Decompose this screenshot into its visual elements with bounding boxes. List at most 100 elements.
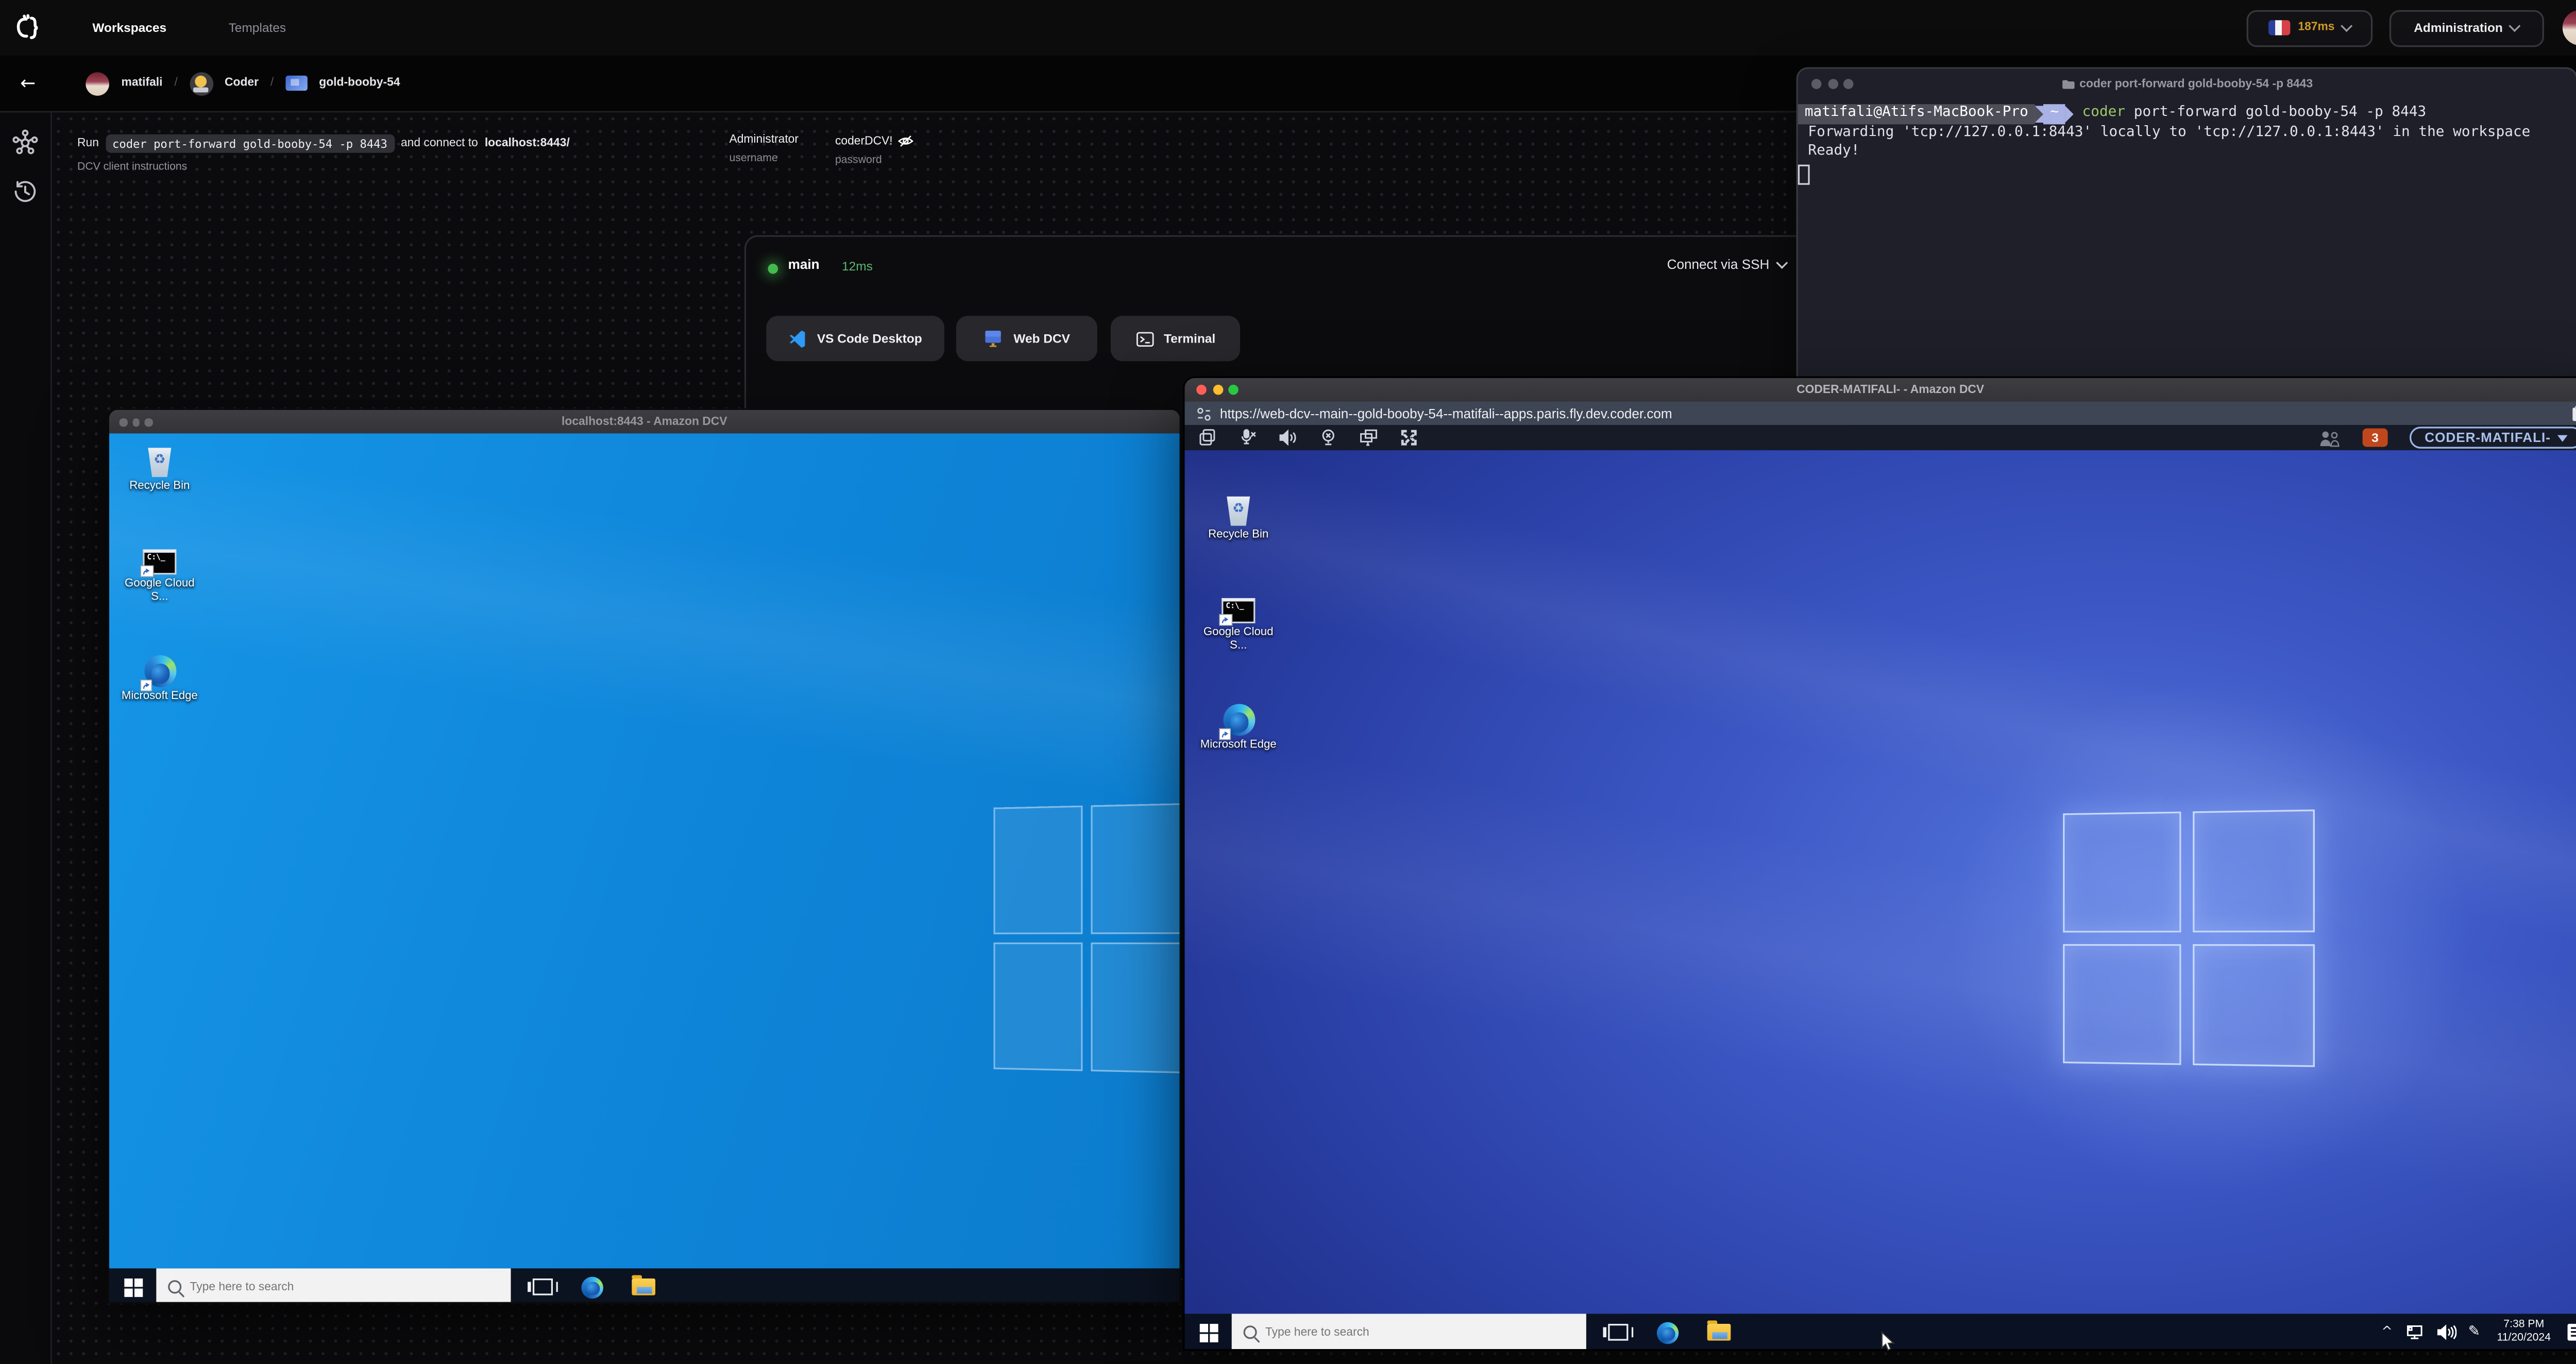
breadcrumb-user[interactable]: matifali: [122, 77, 163, 89]
shortcut-arrow-icon: [1219, 614, 1231, 625]
desktop-icon-google-cloud[interactable]: C:\_ Google Cloud S...: [1195, 598, 1282, 652]
collaborators-icon[interactable]: [2319, 429, 2341, 446]
eye-off-icon[interactable]: [897, 134, 914, 148]
administration-button[interactable]: Administration: [2389, 9, 2544, 46]
shortcut-arrow-icon: [140, 679, 151, 691]
start-button[interactable]: [109, 1268, 156, 1302]
username-value[interactable]: Administrator: [729, 134, 798, 146]
terminal-output[interactable]: matifali@Atifs-MacBook-Pro ~ coder port-…: [1798, 99, 2576, 184]
breadcrumb-separator: /: [174, 77, 178, 89]
administration-label: Administration: [2414, 20, 2503, 36]
latency-button[interactable]: 187ms: [2246, 9, 2373, 46]
file-explorer-icon[interactable]: [632, 1274, 655, 1296]
password-field: coderDCV! password: [835, 134, 914, 165]
taskbar-search[interactable]: [1231, 1314, 1586, 1349]
site-icon: [1197, 407, 1211, 420]
icon-label: Microsoft Edge: [121, 690, 198, 703]
window-controls[interactable]: [119, 418, 152, 426]
agent-name: main: [788, 257, 820, 272]
speaker-icon[interactable]: [1279, 429, 1297, 447]
task-view-icon[interactable]: [1603, 1324, 1634, 1341]
dcv-client-instructions-link[interactable]: DCV client instructions: [77, 161, 187, 173]
caret-down-icon: [2557, 434, 2568, 441]
clock-time: 7:38 PM: [2503, 1319, 2545, 1331]
chevron-down-icon: [2341, 20, 2353, 32]
ssh-label: Connect via SSH: [1667, 257, 1770, 272]
windows-desktop[interactable]: ♻ Recycle Bin C:\_ Google Cloud S... Mic…: [109, 433, 1180, 1269]
recycle-bin-icon: ♻: [148, 448, 172, 478]
session-name: CODER-MATIFALI-: [2425, 430, 2551, 446]
multi-monitor-icon[interactable]: [1360, 429, 1378, 447]
clipboard-icon[interactable]: [2571, 405, 2576, 422]
windows-desktop[interactable]: ♻ Recycle Bin C:\_ Google Cloud S... Mic…: [1184, 450, 2576, 1314]
network-icon[interactable]: [2404, 1324, 2425, 1341]
breadcrumb-workspace[interactable]: gold-booby-54: [319, 77, 400, 89]
screen: Workspaces Templates 187ms Administratio…: [0, 0, 2576, 1364]
taskbar-search[interactable]: [156, 1268, 511, 1302]
terminal-titlebar[interactable]: coder port-forward gold-booby-54 -p 8443: [1798, 69, 2576, 99]
port-forward-command[interactable]: coder port-forward gold-booby-54 -p 8443: [105, 134, 394, 153]
windows-taskbar: [109, 1268, 1180, 1302]
folder-icon: [2061, 79, 2074, 88]
clipboard-windows-icon[interactable]: [1198, 429, 1216, 447]
windows-start-icon: [1199, 1323, 1217, 1342]
search-input[interactable]: [190, 1281, 476, 1293]
shortcut-arrow-icon: [1219, 728, 1230, 740]
command-prompt-icon: C:\_: [141, 549, 177, 576]
clock-date: 11/20/2024: [2497, 1332, 2551, 1344]
desktop-icon-edge[interactable]: Microsoft Edge: [116, 655, 204, 703]
agent-status-dot: [768, 264, 778, 274]
connect-via-ssh-button[interactable]: Connect via SSH: [1667, 257, 1788, 272]
desktop-icon-recycle-bin[interactable]: ♻ Recycle Bin: [116, 447, 204, 493]
breadcrumb-template[interactable]: Coder: [225, 77, 259, 89]
dcv-local-titlebar[interactable]: localhost:8443 - Amazon DCV: [109, 410, 1180, 434]
web-dcv-label: Web DCV: [1013, 331, 1070, 346]
password-value[interactable]: coderDCV!: [835, 135, 893, 147]
desktop-icon-google-cloud[interactable]: C:\_ Google Cloud S...: [116, 549, 204, 603]
window-controls[interactable]: [1196, 384, 1239, 395]
tray-expand-icon[interactable]: ^: [2381, 1325, 2393, 1339]
taskbar-clock[interactable]: 7:38 PM 11/20/2024: [2492, 1319, 2556, 1345]
coder-logo-icon[interactable]: [13, 13, 42, 42]
dcv-web-window: CODER-MATIFALI- - Amazon DCV https://web…: [1183, 376, 2576, 1351]
tab-templates[interactable]: Templates: [229, 0, 286, 56]
search-input[interactable]: [1265, 1326, 1551, 1338]
search-icon: [1243, 1325, 1257, 1339]
file-explorer-icon[interactable]: [1707, 1320, 1731, 1341]
web-dcv-button[interactable]: Web DCV: [956, 316, 1097, 362]
edge-taskbar-icon[interactable]: [581, 1276, 603, 1298]
resources-graph-icon[interactable]: [12, 129, 39, 156]
notifications-badge[interactable]: 3: [2362, 429, 2388, 447]
icon-label: Recycle Bin: [129, 480, 190, 492]
terminal-button[interactable]: Terminal: [1110, 316, 1240, 362]
back-button[interactable]: ←: [20, 74, 36, 93]
windows-logo-wallpaper: [993, 802, 1180, 1083]
desktop-icon-edge[interactable]: Microsoft Edge: [1195, 704, 1282, 752]
desktop-icon-recycle-bin[interactable]: ♻ Recycle Bin: [1195, 496, 1282, 542]
start-button[interactable]: [1184, 1314, 1231, 1349]
url-text[interactable]: https://web-dcv--main--gold-booby-54--ma…: [1220, 406, 1672, 421]
windows-start-icon: [123, 1277, 142, 1297]
username-label: username: [729, 152, 778, 164]
vscode-desktop-button[interactable]: VS Code Desktop: [766, 316, 944, 362]
session-menu-button[interactable]: CODER-MATIFALI-: [2409, 427, 2576, 449]
dcv-toolbar: 3 CODER-MATIFALI-: [1184, 425, 2576, 451]
microphone-muted-icon[interactable]: [1239, 429, 1257, 447]
connect-target[interactable]: localhost:8443/: [485, 138, 570, 149]
terminal-label: Terminal: [1164, 331, 1216, 346]
task-view-icon[interactable]: [528, 1278, 558, 1295]
action-center-icon[interactable]: 1: [2567, 1324, 2576, 1341]
pen-icon[interactable]: ✎: [2468, 1324, 2480, 1341]
shortcut-arrow-icon: [141, 565, 152, 576]
window-controls[interactable]: [1811, 79, 1854, 89]
dcv-web-titlebar[interactable]: CODER-MATIFALI- - Amazon DCV: [1184, 378, 2576, 402]
edge-taskbar-icon[interactable]: [1656, 1321, 1679, 1343]
minimize-icon: [1212, 384, 1223, 395]
url-bar[interactable]: https://web-dcv--main--gold-booby-54--ma…: [1184, 401, 2576, 425]
volume-icon[interactable]: [2436, 1324, 2456, 1341]
user-avatar[interactable]: [2562, 10, 2576, 46]
fullscreen-icon[interactable]: [1400, 429, 1418, 447]
webcam-disabled-icon[interactable]: [1319, 429, 1337, 447]
tab-workspaces[interactable]: Workspaces: [92, 0, 166, 56]
history-icon[interactable]: [12, 178, 39, 205]
